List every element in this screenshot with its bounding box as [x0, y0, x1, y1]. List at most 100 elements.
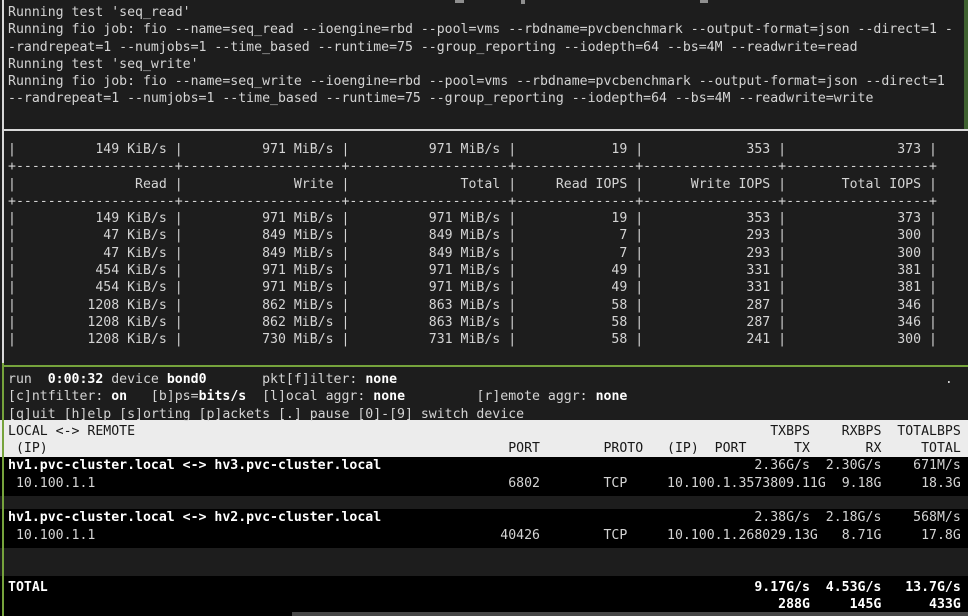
clipped-previous-line-mark — [700, 0, 708, 3]
total-bytes: 17.8G — [881, 528, 960, 543]
table-row: | 47 KiB/s | 849 MiB/s | 849 MiB/s | 7 |… — [8, 227, 968, 244]
pane-divider-active — [2, 365, 968, 367]
rx-bytes: 9.18G — [826, 476, 882, 491]
rx-bytes: 8.71G — [818, 528, 882, 543]
device-label: device — [103, 372, 159, 387]
table-separator: +--------------------+------------------… — [8, 158, 968, 175]
total-rx-bytes: 145G — [810, 597, 881, 612]
tx-rate: 2.38G/s — [381, 510, 810, 525]
fio-log-pane: Running test 'seq_read'Running fio job: … — [0, 0, 968, 130]
rxbps-header: RXBPS — [810, 424, 881, 439]
local-ip: 10.100.1.1 — [8, 476, 95, 491]
local-port: 6802 — [95, 476, 540, 491]
table-row: | 1208 KiB/s | 862 MiB/s | 863 MiB/s | 5… — [8, 297, 968, 314]
device-name: bond0 — [159, 372, 207, 387]
results-table-pane: | 149 KiB/s | 971 MiB/s | 971 MiB/s | 19… — [0, 132, 968, 363]
protocol: TCP — [540, 476, 627, 491]
jnettop-status-line: run 0:00:32 device bond0 pkt[f]ilter: no… — [8, 371, 968, 388]
table-row: | 454 KiB/s | 971 MiB/s | 971 MiB/s | 49… — [8, 262, 968, 279]
clipped-previous-line-mark — [455, 0, 464, 3]
blank-line — [8, 492, 968, 509]
local-ip: 10.100.1.1 — [8, 528, 95, 543]
run-time: 0:00:32 — [32, 372, 103, 387]
table-row: | 149 KiB/s | 971 MiB/s | 971 MiB/s | 19… — [8, 210, 968, 227]
group-header: LOCAL <-> REMOTE — [8, 424, 135, 439]
total-label: TOTAL — [8, 580, 48, 595]
fio-log-line: Running fio job: fio --name=seq_read --i… — [8, 21, 968, 38]
jnettop-filter-line: [c]ntfilter: on [b]ps=bits/s [l]ocal agg… — [8, 388, 968, 405]
pkt-filter-value: none — [357, 372, 397, 387]
total-tx-bytes: 288G — [8, 597, 810, 612]
remote-port: 6802 — [746, 528, 778, 543]
left-border-active — [2, 363, 4, 616]
total-bytes: 18.3G — [881, 476, 960, 491]
cntfilter-label: [c]ntfilter: — [8, 389, 103, 404]
local-aggr-value: none — [365, 389, 405, 404]
remote-port-header: PORT — [699, 441, 747, 456]
rx-rate: 2.18G/s — [810, 510, 881, 525]
rx-rate: 2.30G/s — [810, 458, 881, 473]
table-row: | 454 KiB/s | 971 MiB/s | 971 MiB/s | 49… — [8, 279, 968, 296]
table-row: | 1208 KiB/s | 862 MiB/s | 863 MiB/s | 5… — [8, 314, 968, 331]
total-total-rate: 13.7G/s — [881, 580, 960, 595]
total-rate: 671M/s — [881, 458, 960, 473]
fio-log-line: Running test 'seq_write' — [8, 56, 968, 73]
blank-line — [8, 561, 968, 578]
jnettop-pane: run 0:00:32 device bond0 pkt[f]ilter: no… — [0, 368, 968, 616]
remote-aggr-label: [r]emote aggr: — [405, 389, 588, 404]
remote-port: 57380 — [746, 476, 786, 491]
tx-header: TX — [746, 441, 810, 456]
connection-row-detail: 10.100.1.1 40426 TCP 10.100.1.268029.13G… — [8, 527, 968, 544]
totalbps-header: TOTALBPS — [881, 424, 960, 439]
total-row-bytes: 288G 145G 433G — [8, 596, 968, 613]
rx-header: RX — [810, 441, 881, 456]
spinner: . — [397, 372, 953, 387]
right-border — [964, 0, 968, 129]
connection-row-detail: 10.100.1.1 6802 TCP 10.100.1.3573809.11G… — [8, 475, 968, 492]
jnettop-header-row: LOCAL <-> REMOTE TXBPS RXBPS TOTALBPS — [8, 423, 968, 440]
total-total-bytes: 433G — [881, 597, 960, 612]
run-label: run — [8, 372, 32, 387]
left-border-inactive — [2, 0, 4, 363]
total-rate: 568M/s — [881, 510, 960, 525]
total-tx-rate: 9.17G/s — [48, 580, 810, 595]
total-row-rates: TOTAL 9.17G/s 4.53G/s 13.7G/s — [8, 579, 968, 596]
clipped-previous-line-mark — [521, 0, 525, 4]
cntfilter-value: on — [103, 389, 127, 404]
txbps-header: TXBPS — [135, 424, 810, 439]
blank-line — [8, 544, 968, 561]
remote-ip: 10.100.1.2 — [627, 528, 746, 543]
tx-rate: 2.36G/s — [381, 458, 810, 473]
jnettop-keys-line: [q]uit [h]elp [s]orting [p]ackets [.] pa… — [8, 406, 968, 423]
connection-hosts: hv1.pvc-cluster.local <-> hv2.pvc-cluste… — [8, 510, 381, 525]
remote-aggr-value: none — [588, 389, 628, 404]
connection-hosts: hv1.pvc-cluster.local <-> hv3.pvc-cluste… — [8, 458, 381, 473]
table-row: | 47 KiB/s | 849 MiB/s | 849 MiB/s | 7 |… — [8, 245, 968, 262]
bps-label: [b]ps= — [127, 389, 198, 404]
pane-divider-inactive — [2, 129, 968, 131]
bps-value: bits/s — [199, 389, 247, 404]
remote-ip: 10.100.1.3 — [627, 476, 746, 491]
local-aggr-label: [l]ocal aggr: — [246, 389, 365, 404]
table-header-row: | Read | Write | Total | Read IOPS | Wri… — [8, 176, 968, 193]
local-port: 40426 — [95, 528, 540, 543]
table-row: | 1208 KiB/s | 730 MiB/s | 731 MiB/s | 5… — [8, 331, 968, 348]
local-ip-header: (IP) — [8, 441, 48, 456]
total-header: TOTAL — [881, 441, 960, 456]
table-separator: +--------------------+------------------… — [8, 193, 968, 210]
connection-row-hosts: hv1.pvc-cluster.local <-> hv3.pvc-cluste… — [8, 457, 968, 474]
proto-header: PROTO — [540, 441, 643, 456]
pkt-filter-label: pkt[f]ilter: — [207, 372, 358, 387]
total-rx-rate: 4.53G/s — [810, 580, 881, 595]
jnettop-header-row: (IP) PORT PROTO (IP) PORT TX RX TOTAL — [8, 440, 968, 457]
protocol: TCP — [540, 528, 627, 543]
fio-log-line: Running test 'seq_read' — [8, 4, 968, 21]
fio-log-line: --randrepeat=1 --numjobs=1 --time_based … — [8, 90, 968, 107]
terminal-window[interactable]: Running test 'seq_read'Running fio job: … — [0, 0, 968, 616]
remote-ip-header: (IP) — [643, 441, 699, 456]
clipped-bottom-row — [292, 612, 968, 616]
tx-bytes: 9.11G — [786, 476, 826, 491]
tx-bytes: 9.13G — [778, 528, 818, 543]
fio-log-line: Running fio job: fio --name=seq_write --… — [8, 73, 968, 90]
fio-log-line: -randrepeat=1 --numjobs=1 --time_based -… — [8, 39, 968, 56]
